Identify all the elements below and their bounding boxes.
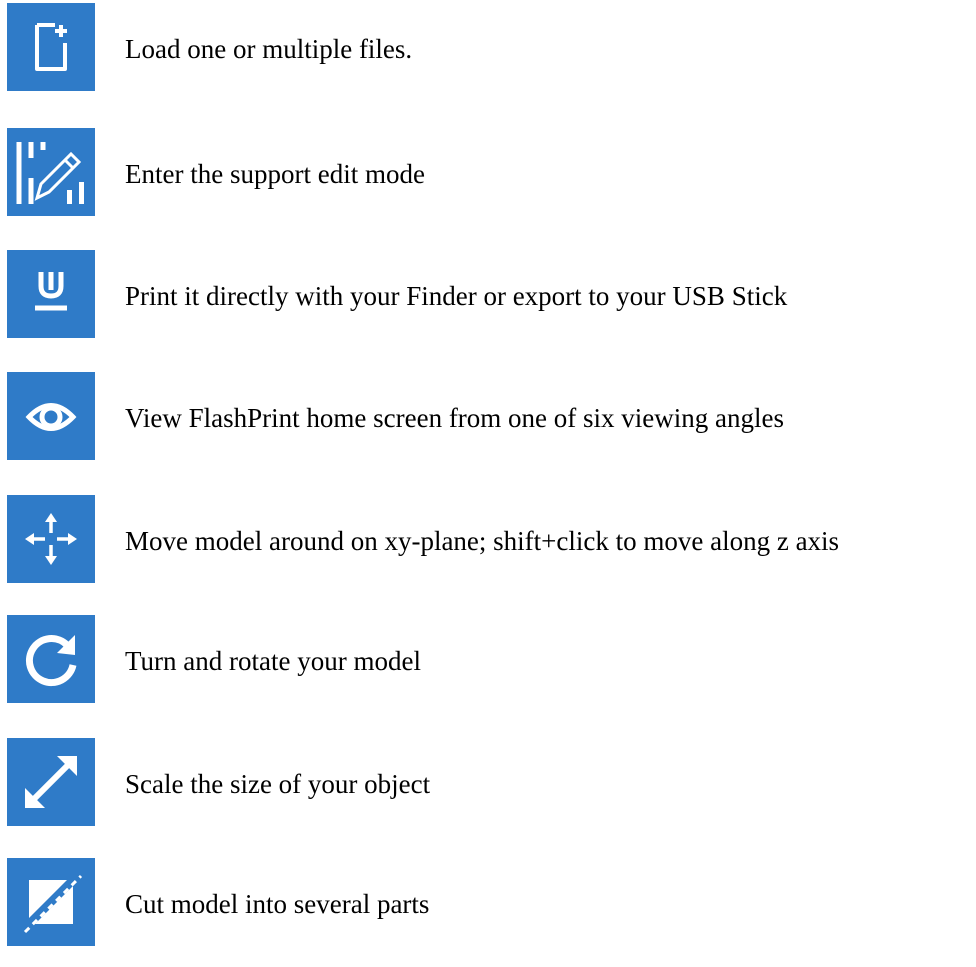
rotate-icon <box>25 635 77 687</box>
item-label: Cut model into several parts <box>125 889 430 919</box>
list-item: Scale the size of your object <box>0 738 976 828</box>
eye-icon <box>25 403 77 431</box>
list-item: Move model around on xy-plane; shift+cli… <box>0 495 976 585</box>
item-label: Enter the support edit mode <box>125 159 425 189</box>
item-label: Turn and rotate your model <box>125 646 421 676</box>
load-file-button[interactable] <box>7 3 95 91</box>
print-icon <box>35 272 67 311</box>
move-icon <box>25 513 77 565</box>
list-item: Load one or multiple files. <box>0 3 976 93</box>
list-item: Cut model into several parts <box>0 858 976 948</box>
item-label: View FlashPrint home screen from one of … <box>125 403 784 433</box>
item-label: Move model around on xy-plane; shift+cli… <box>125 526 840 556</box>
support-edit-icon <box>16 142 84 204</box>
cut-icon <box>23 874 83 934</box>
list-item: Print it directly with your Finder or ex… <box>0 250 976 340</box>
list-item: View FlashPrint home screen from one of … <box>0 372 976 462</box>
view-button[interactable] <box>7 372 95 460</box>
item-label: Print it directly with your Finder or ex… <box>125 281 788 311</box>
support-edit-button[interactable] <box>7 128 95 216</box>
rotate-button[interactable] <box>7 615 95 703</box>
print-button[interactable] <box>7 250 95 338</box>
move-button[interactable] <box>7 495 95 583</box>
scale-icon <box>25 756 77 808</box>
item-label: Scale the size of your object <box>125 769 431 799</box>
new-file-icon <box>35 23 67 71</box>
list-item: Enter the support edit mode <box>0 128 976 218</box>
scale-button[interactable] <box>7 738 95 826</box>
cut-button[interactable] <box>7 858 95 946</box>
item-label: Load one or multiple files. <box>125 34 413 64</box>
list-item: Turn and rotate your model <box>0 615 976 705</box>
